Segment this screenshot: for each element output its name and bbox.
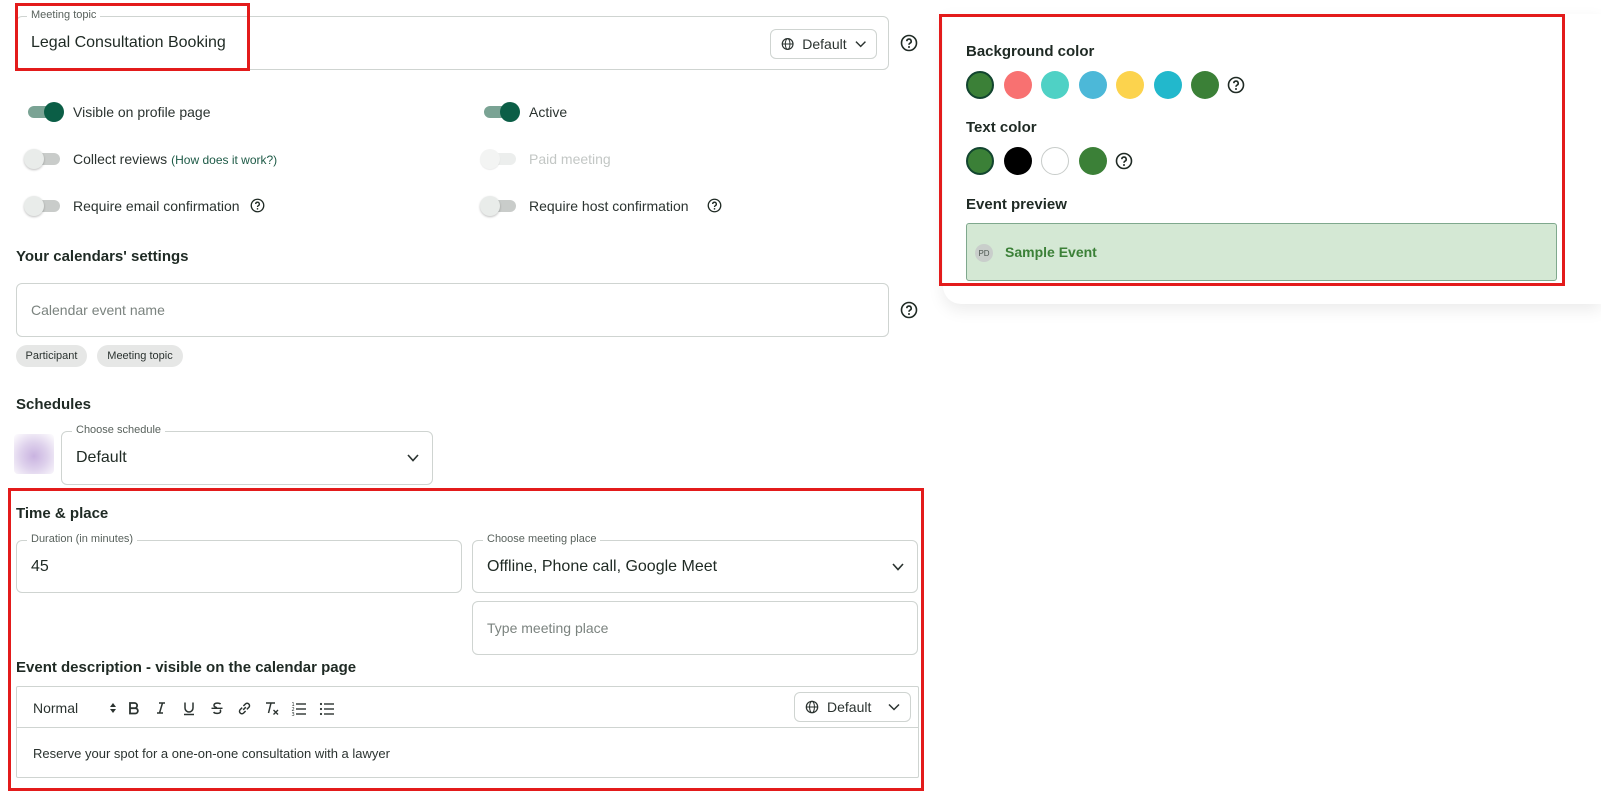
background-color-swatch[interactable] (1116, 71, 1144, 99)
link-button[interactable] (235, 699, 253, 717)
chevron-down-icon (892, 562, 904, 571)
clear-format-button[interactable] (263, 699, 281, 717)
meeting-place-value: Offline, Phone call, Google Meet (487, 557, 718, 575)
help-icon[interactable] (1227, 76, 1245, 94)
svg-text:3: 3 (292, 712, 295, 716)
description-locale-button[interactable]: Default (794, 692, 911, 722)
help-icon[interactable] (250, 198, 265, 213)
choose-schedule-label: Choose schedule (72, 424, 166, 436)
paid-meeting-label: Paid meeting (529, 151, 611, 167)
appearance-panel: Background color Text color Event previe… (943, 14, 1601, 304)
meeting-topic-value: Legal Consultation Booking (31, 34, 226, 51)
description-text[interactable]: Reserve your spot for a one-on-one consu… (33, 746, 390, 761)
chip-meeting-topic[interactable]: Meeting topic (97, 345, 183, 367)
require-email-toggle[interactable] (24, 196, 62, 216)
strikethrough-button[interactable] (208, 699, 226, 717)
format-select[interactable]: Normal (33, 699, 117, 717)
active-toggle[interactable] (482, 102, 520, 122)
ordered-list-icon: 1 2 3 (292, 702, 306, 716)
visible-on-profile-label: Visible on profile page (73, 104, 211, 120)
format-select-value: Normal (33, 700, 79, 716)
meeting-topic-field[interactable]: Meeting topic Legal Consultation Booking… (16, 9, 889, 70)
bullet-list-button[interactable] (318, 699, 336, 717)
calendar-event-name-input[interactable]: Calendar event name (16, 283, 889, 337)
chevron-down-icon (855, 41, 866, 48)
chevron-down-icon (888, 703, 900, 711)
preview-avatar: PD (975, 244, 993, 262)
underline-button[interactable] (180, 699, 198, 717)
paid-meeting-toggle (480, 149, 518, 169)
background-color-swatch[interactable] (1003, 71, 1032, 99)
schedule-color-avatar (14, 434, 54, 474)
help-icon[interactable] (1115, 152, 1133, 170)
help-icon[interactable] (707, 198, 722, 213)
link-icon (238, 702, 250, 714)
event-preview-box: PD Sample Event (966, 223, 1557, 281)
preview-event-name: Sample Event (1005, 244, 1097, 260)
bold-icon (129, 702, 139, 715)
strikethrough-icon (211, 702, 223, 715)
background-color-title: Background color (966, 43, 1095, 60)
choose-schedule-select[interactable]: Choose schedule Default (61, 424, 433, 485)
choose-schedule-value: Default (76, 449, 127, 466)
globe-icon (805, 700, 819, 714)
help-icon[interactable] (900, 34, 918, 52)
meeting-place-label: Choose meeting place (483, 533, 601, 545)
collect-reviews-label: Collect reviews (How does it work?) (73, 151, 277, 167)
background-color-swatch[interactable] (1153, 71, 1182, 99)
chevron-down-icon (407, 454, 419, 462)
description-editor[interactable]: Normal 1 2 3 Default Reserve your spot f… (16, 686, 919, 778)
duration-value: 45 (31, 557, 49, 575)
collect-reviews-text: Collect reviews (73, 151, 168, 167)
bullet-list-icon (319, 702, 334, 715)
ordered-list-button[interactable]: 1 2 3 (290, 699, 308, 717)
require-email-label: Require email confirmation (73, 198, 240, 214)
active-label: Active (529, 104, 568, 120)
help-icon[interactable] (900, 301, 918, 319)
background-color-swatch[interactable] (966, 71, 994, 99)
text-color-swatch[interactable] (1041, 147, 1069, 175)
require-host-toggle[interactable] (480, 196, 518, 216)
clear-format-icon (266, 701, 279, 715)
calendar-event-name-placeholder: Calendar event name (31, 302, 165, 318)
meeting-place-select[interactable]: Choose meeting place Offline, Phone call… (472, 533, 918, 593)
schedules-title: Schedules (16, 396, 92, 413)
chip-participant[interactable]: Participant (16, 345, 87, 367)
background-color-swatch[interactable] (1191, 71, 1219, 99)
editor-toolbar: Normal 1 2 3 Default (17, 687, 918, 728)
event-description-title: Event description - visible on the calen… (16, 659, 357, 676)
visible-on-profile-toggle[interactable] (26, 102, 64, 122)
time-place-title: Time & place (16, 505, 109, 522)
italic-button[interactable] (152, 699, 170, 717)
italic-icon (157, 702, 165, 714)
meeting-topic-label: Meeting topic (27, 9, 101, 21)
globe-icon (781, 38, 794, 50)
text-color-title: Text color (966, 119, 1037, 136)
text-color-swatch[interactable] (1003, 147, 1032, 175)
text-color-swatch[interactable] (966, 147, 994, 175)
description-locale-label: Default (827, 699, 872, 715)
collect-reviews-toggle[interactable] (24, 149, 62, 169)
calendar-settings-title: Your calendars' settings (16, 248, 189, 265)
background-color-swatch[interactable] (1041, 71, 1069, 99)
underline-icon (184, 702, 194, 715)
bold-button[interactable] (125, 699, 143, 717)
how-does-it-work-link[interactable]: (How does it work?) (171, 153, 277, 167)
event-preview-title: Event preview (966, 196, 1067, 213)
type-meeting-place-placeholder: Type meeting place (487, 620, 609, 636)
background-color-swatch[interactable] (1078, 71, 1107, 99)
text-color-swatch[interactable] (1078, 147, 1107, 175)
meeting-topic-locale-button[interactable]: Default (770, 29, 877, 59)
meeting-topic-locale-label: Default (802, 36, 847, 52)
up-down-arrows-icon (110, 703, 116, 713)
duration-label: Duration (in minutes) (27, 533, 138, 545)
require-host-label: Require host confirmation (529, 198, 689, 214)
type-meeting-place-input[interactable]: Type meeting place (472, 601, 918, 655)
duration-input[interactable]: Duration (in minutes) 45 (16, 533, 462, 593)
